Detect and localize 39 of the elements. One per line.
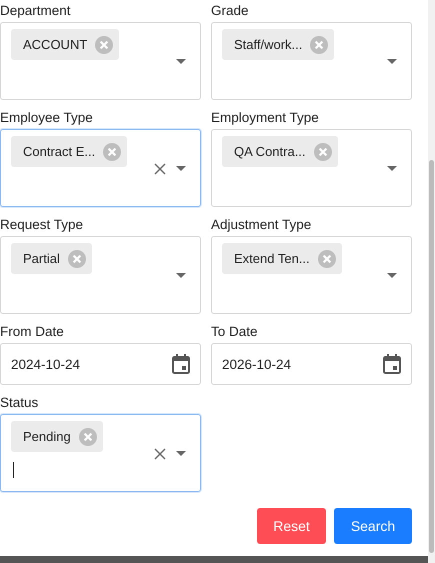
selected-tag: QA Contra... — [222, 136, 338, 167]
field-label: To Date — [211, 323, 259, 340]
field-label: Employment Type — [211, 109, 320, 126]
caret-icon[interactable] — [176, 273, 186, 278]
date-field[interactable]: 2026-10-24 — [211, 343, 412, 385]
multiselect-field[interactable]: Staff/work... — [211, 22, 412, 100]
date-field[interactable]: 2024-10-24 — [0, 343, 201, 385]
multiselect-field[interactable]: Partial — [0, 236, 201, 314]
caret-icon[interactable] — [387, 273, 397, 278]
clear-icon[interactable] — [154, 448, 166, 460]
field-label: Adjustment Type — [211, 216, 312, 233]
field-label: From Date — [0, 323, 65, 340]
multiselect-field[interactable]: Extend Ten... — [211, 236, 412, 314]
selected-tag: Extend Ten... — [222, 243, 342, 274]
multiselect-field[interactable]: Pending — [0, 414, 201, 492]
selected-tag: Contract E... — [11, 136, 128, 167]
clear-icon[interactable] — [154, 163, 166, 175]
calendar-icon[interactable] — [383, 354, 401, 374]
caret-icon[interactable] — [387, 59, 397, 64]
field-label: Grade — [211, 2, 250, 19]
selected-tag: Staff/work... — [222, 29, 334, 60]
multiselect-field[interactable]: Contract E... — [0, 129, 201, 207]
calendar-icon[interactable] — [172, 354, 190, 374]
field-label: Department — [0, 2, 72, 19]
field-label: Employee Type — [0, 109, 94, 126]
multiselect-field[interactable]: QA Contra... — [211, 129, 412, 207]
caret-icon[interactable] — [176, 166, 186, 171]
multiselect-field[interactable]: ACCOUNT — [0, 22, 201, 100]
field-label: Request Type — [0, 216, 84, 233]
selected-tag: Partial — [11, 243, 92, 274]
scrollbar[interactable] — [428, 0, 435, 563]
caret-icon[interactable] — [176, 451, 186, 456]
selected-tag: Pending — [11, 421, 103, 452]
caret-icon[interactable] — [387, 166, 397, 171]
field-label: Status — [0, 394, 40, 411]
caret-icon[interactable] — [176, 59, 186, 64]
selected-tag: ACCOUNT — [11, 29, 120, 60]
search-button[interactable]: Search — [334, 508, 412, 544]
text-cursor — [13, 462, 14, 478]
